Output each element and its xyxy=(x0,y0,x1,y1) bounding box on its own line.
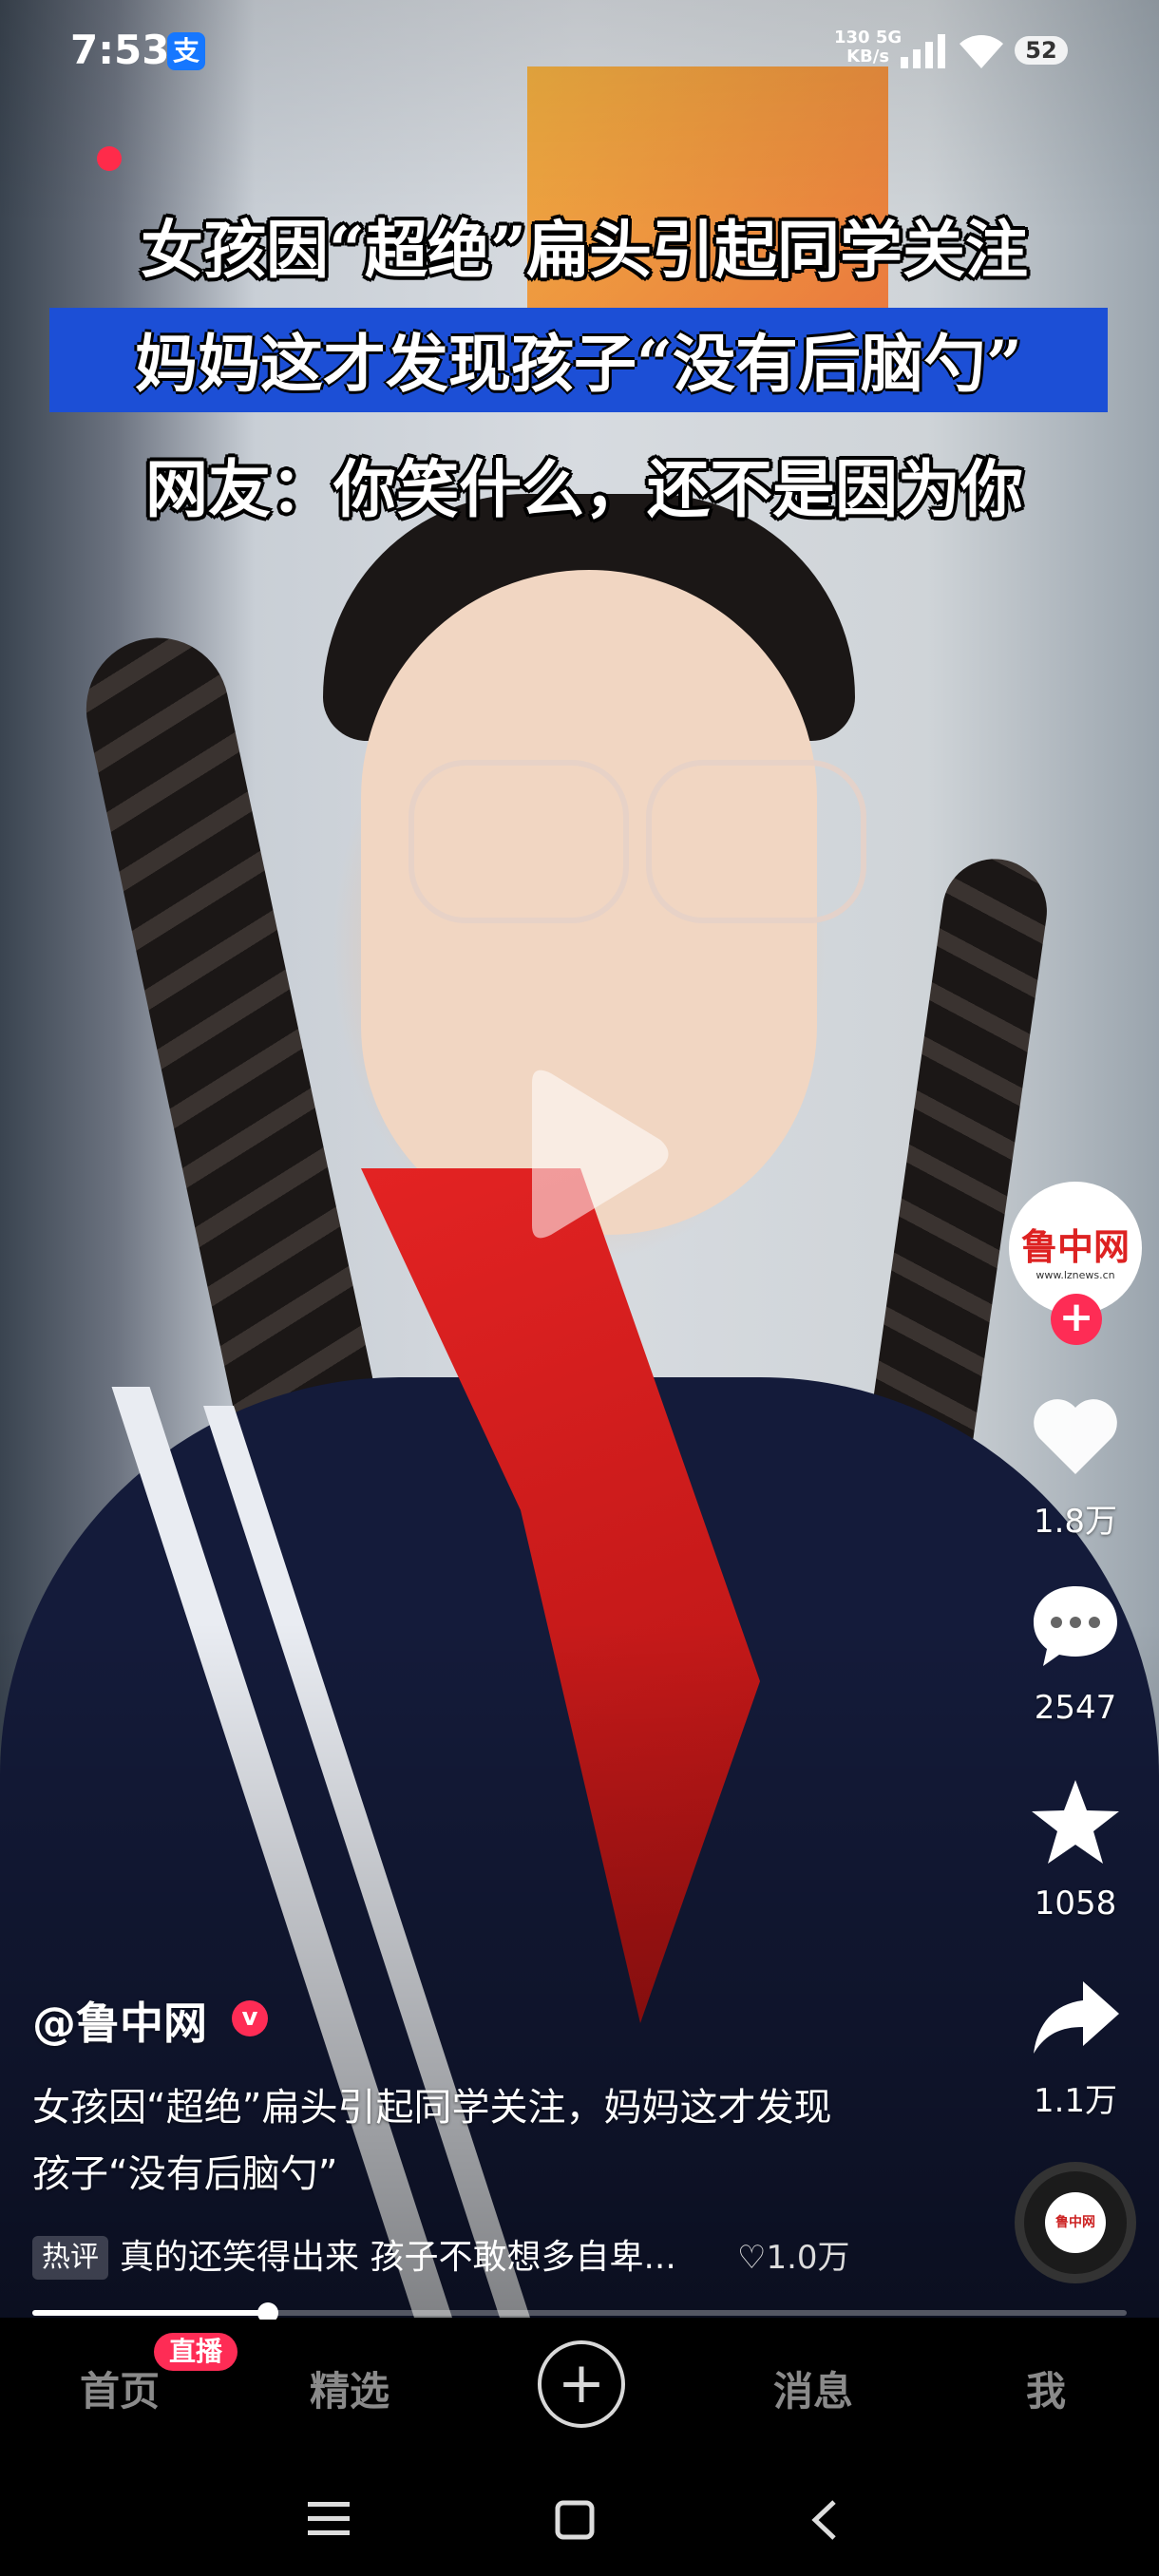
comment-count: 2547 xyxy=(1034,1689,1117,1727)
verified-badge-icon: v xyxy=(232,2000,268,2036)
tab-featured[interactable]: 精选 xyxy=(310,2359,390,2417)
avatar-logo-subtext: www.lznews.cn xyxy=(1036,1269,1115,1281)
author-name[interactable]: @鲁中网 xyxy=(32,1989,207,2052)
network-speed-unit: KB/s xyxy=(846,47,890,66)
comment-icon[interactable] xyxy=(1028,1579,1123,1674)
like-count: 1.8万 xyxy=(1033,1503,1118,1541)
play-icon[interactable] xyxy=(513,1064,674,1244)
menu-icon[interactable] xyxy=(308,2500,350,2538)
live-badge: 直播 xyxy=(154,2333,238,2371)
progress-bar[interactable] xyxy=(32,2302,1127,2323)
alipay-icon: 支 xyxy=(167,32,205,70)
network-type: 5G xyxy=(875,28,902,47)
system-nav-bar xyxy=(0,2453,1159,2576)
tab-messages[interactable]: 消息 xyxy=(773,2359,853,2417)
back-icon[interactable] xyxy=(809,2498,838,2542)
video-caption-line3: 网友：你笑什么，还不是因为你 xyxy=(145,452,1023,526)
heart-icon[interactable] xyxy=(1028,1389,1123,1484)
hot-comment-likes: ♡1.0万 xyxy=(737,2239,850,2277)
share-icon[interactable] xyxy=(1028,1970,1123,2065)
video-caption-line1: 女孩因“超绝”扁头引起同学关注 xyxy=(141,213,1028,287)
status-time: 7:53 xyxy=(70,27,170,73)
disc-logo-text: 鲁中网 xyxy=(1045,2192,1106,2253)
favorite-count: 1058 xyxy=(1034,1885,1117,1923)
wifi-icon xyxy=(960,35,1003,68)
network-speed: 130 5G KB/s xyxy=(834,28,902,66)
follow-button[interactable]: + xyxy=(1051,1294,1102,1345)
hot-comment-text[interactable]: 真的还笑得出来 孩子不敢想多自卑... xyxy=(120,2236,676,2280)
screen: 7:53 支 130 5G KB/s 52 女孩因“超绝”扁头引起同学关注 妈妈… xyxy=(0,0,1159,2576)
square-icon[interactable] xyxy=(555,2500,595,2540)
signal-icon xyxy=(901,34,945,68)
network-speed-value: 130 xyxy=(834,28,870,47)
post-description[interactable]: 女孩因“超绝”扁头引起同学关注，妈妈这才发现孩子“没有后脑勺” xyxy=(32,2074,868,2207)
tab-me[interactable]: 我 xyxy=(1026,2359,1066,2417)
battery-indicator: 52 xyxy=(1015,36,1068,65)
create-button[interactable]: + xyxy=(538,2340,625,2428)
hot-comment-tag: 热评 xyxy=(32,2236,108,2280)
music-disc[interactable]: 鲁中网 xyxy=(1015,2162,1136,2283)
live-dot xyxy=(97,146,122,171)
share-count: 1.1万 xyxy=(1033,2082,1118,2120)
progress-fill xyxy=(32,2310,268,2316)
star-icon[interactable] xyxy=(1028,1774,1123,1869)
video-caption-line2: 妈妈这才发现孩子“没有后脑勺” xyxy=(135,327,1022,401)
tab-home[interactable]: 首页 xyxy=(80,2359,160,2417)
status-bar: 7:53 支 130 5G KB/s 52 xyxy=(0,0,1159,104)
avatar-logo-text: 鲁中网 xyxy=(1020,1225,1130,1268)
